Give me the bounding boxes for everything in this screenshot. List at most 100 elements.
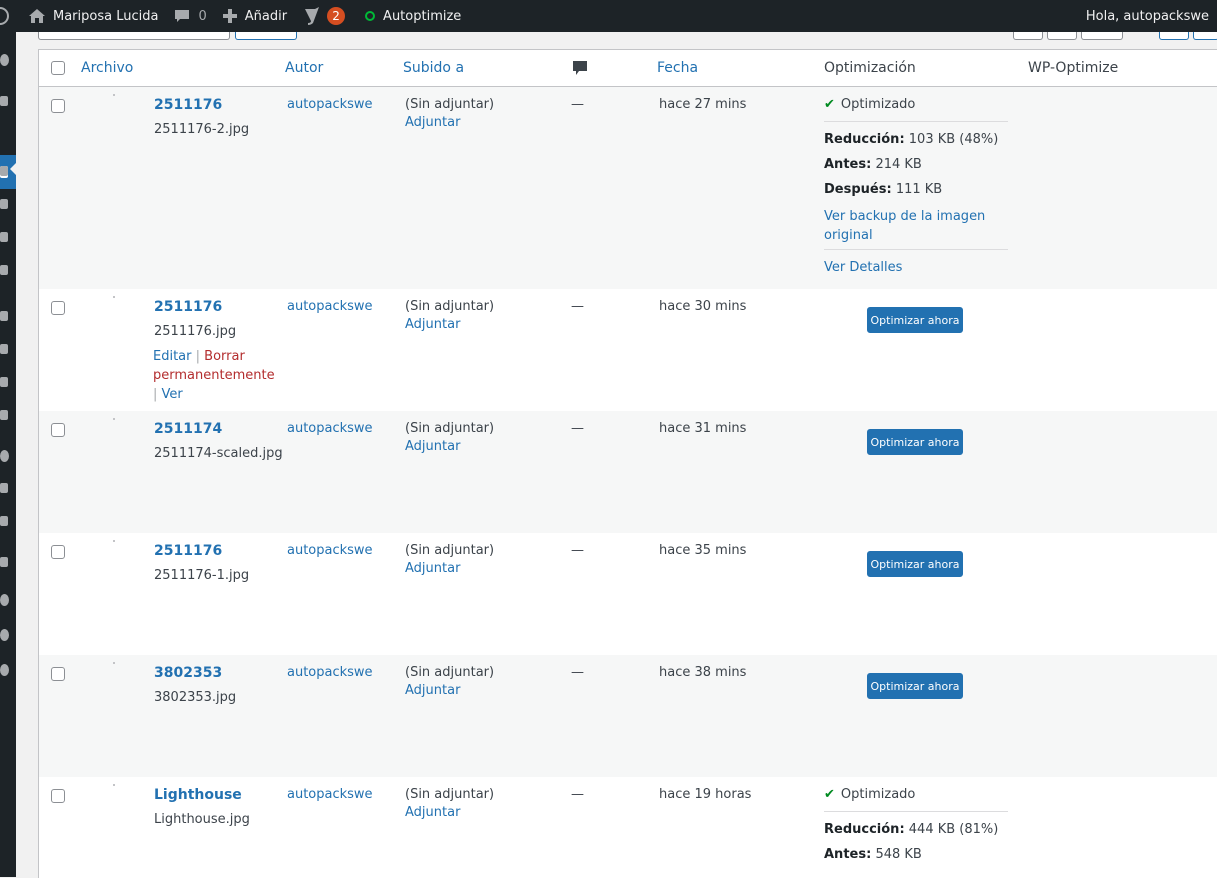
admin-menu — [0, 32, 18, 877]
optimize-now-button[interactable]: Optimizar ahora — [867, 551, 963, 577]
edit-link[interactable]: Editar — [153, 349, 192, 364]
greeting: Hola, autopackswe — [1085, 8, 1209, 24]
last-page-button[interactable] — [1193, 32, 1217, 40]
attach-link[interactable]: Adjuntar — [405, 439, 494, 454]
refresh-icon[interactable] — [0, 594, 9, 606]
autoptimize-link[interactable]: Autoptimize — [357, 0, 469, 32]
users-icon[interactable] — [0, 344, 8, 354]
row-checkbox[interactable] — [51, 667, 65, 681]
add-new-link[interactable]: Añadir — [215, 0, 295, 32]
media-title-link[interactable]: 2511176 — [154, 299, 222, 315]
performance-icon[interactable] — [0, 629, 9, 641]
search-button[interactable] — [235, 32, 297, 40]
media-title-link[interactable]: Lighthouse — [154, 787, 242, 803]
author-link[interactable]: autopackswe — [287, 543, 373, 558]
view-backup-link[interactable]: Ver backup de la imagen original — [824, 207, 985, 245]
first-page-button[interactable] — [1013, 32, 1043, 40]
author-link[interactable]: autopackswe — [287, 299, 373, 314]
thumbnail[interactable] — [113, 784, 115, 786]
insights-icon[interactable] — [0, 557, 8, 567]
posts-icon[interactable] — [0, 96, 8, 106]
appearance-icon[interactable] — [0, 265, 8, 275]
column-uploaded-to[interactable]: Subido a — [403, 60, 464, 76]
site-name-link[interactable]: Mariposa Lucida — [20, 0, 166, 32]
wordpress-logo-icon[interactable] — [0, 0, 20, 32]
editor-icon[interactable] — [0, 516, 8, 526]
comments-count: 0 — [198, 8, 207, 24]
select-all-checkbox[interactable] — [51, 61, 65, 75]
uploaded-to-cell: (Sin adjuntar) Adjuntar — [405, 787, 494, 820]
wp-optimize-icon[interactable] — [0, 483, 8, 493]
author-link[interactable]: autopackswe — [287, 97, 373, 112]
thumbnail[interactable] — [113, 662, 115, 664]
prev-page-button[interactable] — [1047, 32, 1077, 40]
thumbnail[interactable] — [113, 296, 115, 298]
current-page-input[interactable] — [1081, 32, 1123, 40]
attach-link[interactable]: Adjuntar — [405, 805, 494, 820]
attach-link[interactable]: Adjuntar — [405, 561, 494, 576]
unattached-label: (Sin adjuntar) — [405, 421, 495, 436]
thumbnail[interactable] — [113, 540, 115, 542]
row-checkbox[interactable] — [51, 545, 65, 559]
unattached-label: (Sin adjuntar) — [405, 299, 495, 314]
unattached-label: (Sin adjuntar) — [405, 543, 495, 558]
divider — [824, 811, 1008, 812]
column-author[interactable]: Autor — [285, 60, 323, 76]
view-details-link[interactable]: Ver Detalles — [824, 260, 902, 275]
optimize-now-button[interactable]: Optimizar ahora — [867, 429, 963, 455]
plugins-icon[interactable] — [0, 311, 8, 321]
optimize-now-button[interactable]: Optimizar ahora — [867, 673, 963, 699]
column-optimization: Optimización — [824, 60, 916, 76]
date-text: hace 19 horas — [659, 787, 752, 802]
column-file[interactable]: Archivo — [81, 60, 133, 76]
column-comments-icon[interactable] — [573, 61, 587, 80]
media-filename: 2511176-1.jpg — [154, 568, 250, 583]
tools-icon[interactable] — [0, 377, 8, 387]
column-date[interactable]: Fecha — [657, 60, 698, 76]
row-checkbox[interactable] — [51, 789, 65, 803]
pages-icon[interactable] — [0, 166, 8, 176]
date-text: hace 35 mins — [659, 543, 747, 558]
row-actions: Editar | Borrar permanentemente | Ver — [153, 349, 275, 402]
view-link[interactable]: Ver — [162, 387, 183, 402]
seo-icon[interactable] — [0, 450, 9, 462]
attach-link[interactable]: Adjuntar — [405, 317, 494, 332]
date-text: hace 27 mins — [659, 97, 747, 112]
checkmark-icon: ✔ — [824, 787, 835, 802]
divider — [824, 249, 1008, 250]
site-name: Mariposa Lucida — [53, 8, 159, 24]
media-filename: Lighthouse.jpg — [154, 812, 250, 827]
row-checkbox[interactable] — [51, 301, 65, 315]
table-row: 3802353 3802353.jpg autopackswe (Sin adj… — [39, 655, 1217, 777]
table-row: 2511176 2511176.jpg Editar | Borrar perm… — [39, 289, 1217, 411]
thumbnail[interactable] — [113, 418, 115, 420]
author-link[interactable]: autopackswe — [287, 787, 373, 802]
row-checkbox[interactable] — [51, 99, 65, 113]
thumbnail[interactable] — [113, 94, 115, 96]
author-link[interactable]: autopackswe — [287, 665, 373, 680]
media-title-link[interactable]: 2511174 — [154, 421, 222, 437]
media-title-link[interactable]: 3802353 — [154, 665, 222, 681]
row-checkbox[interactable] — [51, 423, 65, 437]
optimize-now-button[interactable]: Optimizar ahora — [867, 307, 963, 333]
settings-icon[interactable] — [0, 410, 8, 420]
next-page-button[interactable] — [1159, 32, 1189, 40]
unattached-label: (Sin adjuntar) — [405, 97, 495, 112]
collapse-menu-icon[interactable] — [0, 664, 9, 676]
author-link[interactable]: autopackswe — [287, 421, 373, 436]
attach-link[interactable]: Adjuntar — [405, 683, 494, 698]
feedback-icon[interactable] — [0, 232, 8, 242]
active-menu-arrow — [10, 161, 18, 177]
autoptimize-status-icon — [365, 11, 376, 21]
comments-link[interactable]: 0 — [166, 0, 214, 32]
yoast-seo-link[interactable]: 2 — [295, 0, 353, 32]
media-title-link[interactable]: 2511176 — [154, 543, 222, 559]
comments-dash: — — [571, 787, 584, 802]
attach-link[interactable]: Adjuntar — [405, 115, 494, 130]
media-title-link[interactable]: 2511176 — [154, 97, 222, 113]
search-input[interactable] — [38, 32, 230, 40]
comments-menu-icon[interactable] — [0, 199, 8, 209]
my-account-link[interactable]: Hola, autopackswe — [1078, 0, 1217, 32]
dashboard-icon[interactable] — [0, 54, 9, 66]
comments-dash: — — [571, 543, 584, 558]
